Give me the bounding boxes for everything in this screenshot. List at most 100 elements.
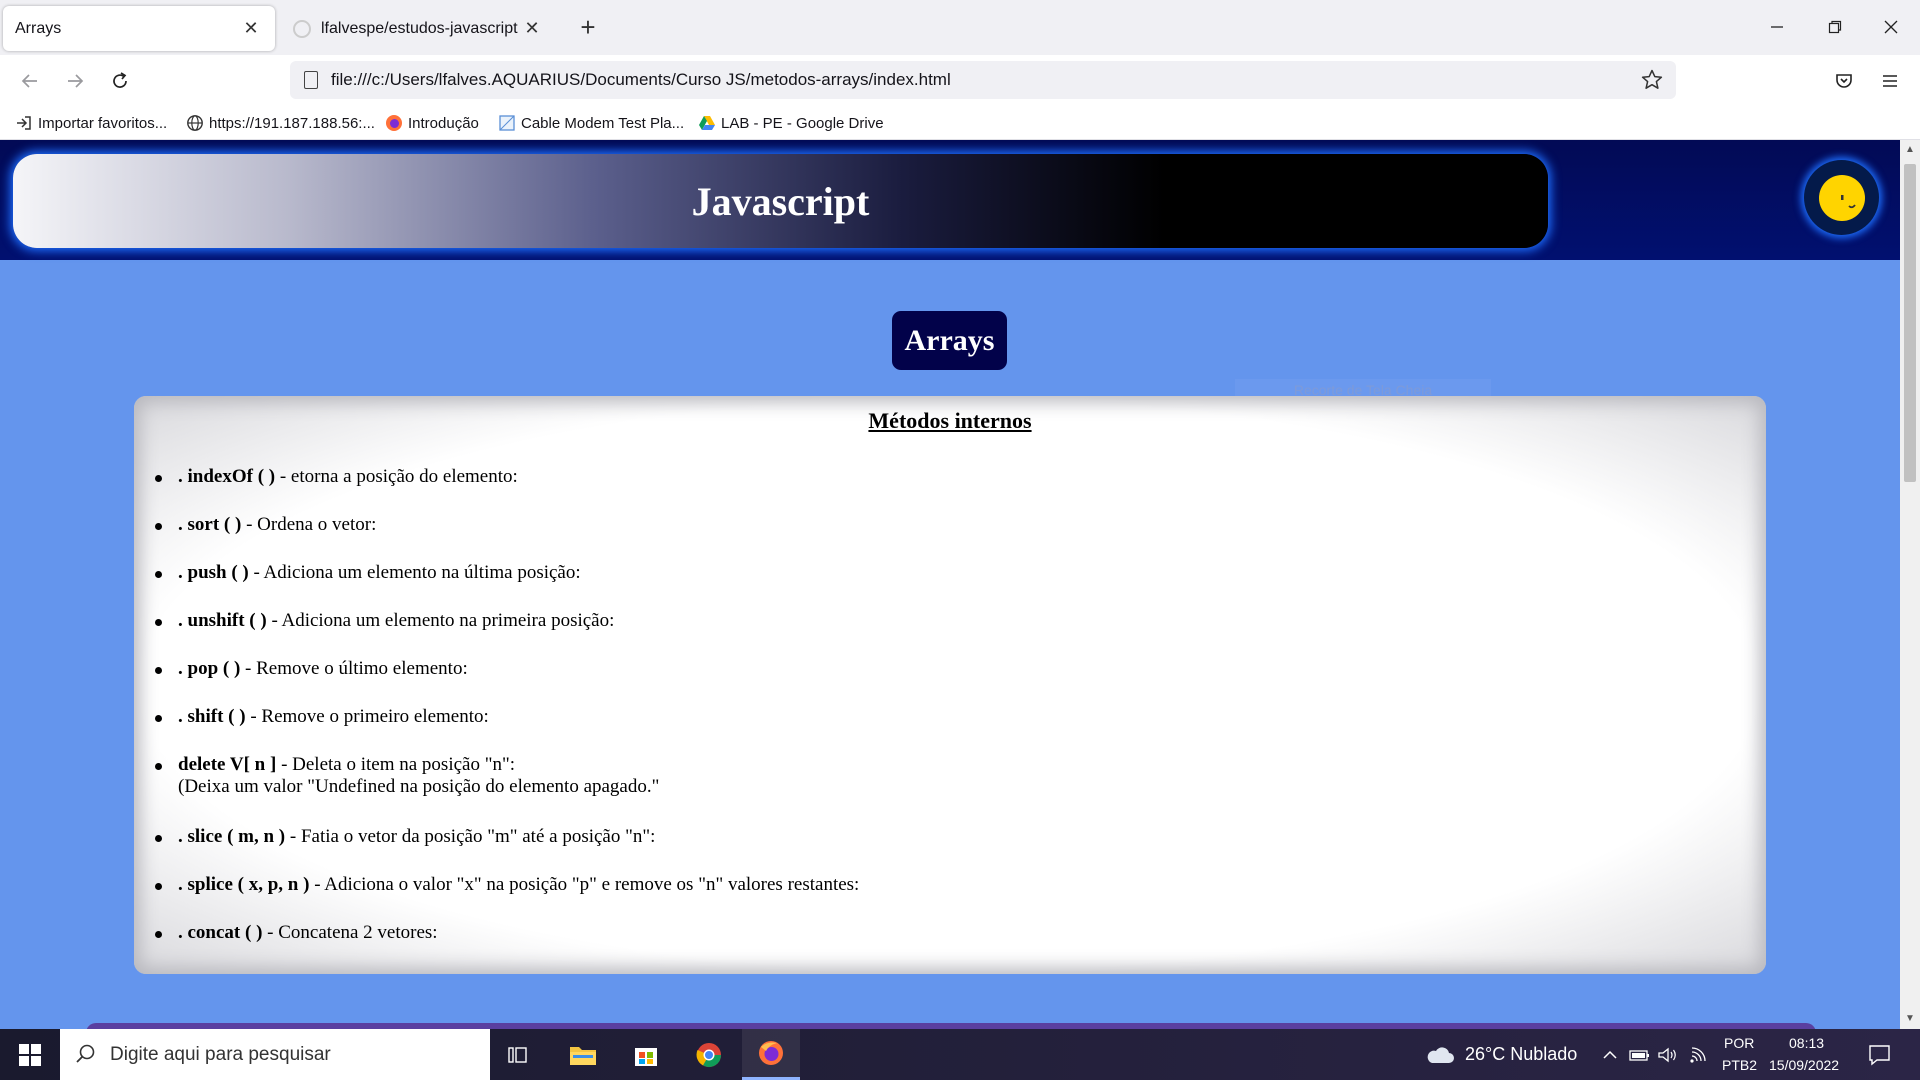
weather-text[interactable]: 26°C Nublado — [1465, 1044, 1577, 1065]
bookmark-label: LAB - PE - Google Drive — [721, 114, 884, 132]
site-header: Javascript — [0, 140, 1900, 260]
smiley-face-icon — [1818, 174, 1865, 221]
clock-time[interactable]: 08:13 — [1789, 1035, 1824, 1051]
avatar[interactable] — [1804, 160, 1879, 235]
bookmark-star-icon[interactable] — [1640, 68, 1664, 92]
new-tab-button[interactable]: + — [575, 14, 601, 42]
close-icon[interactable]: ✕ — [239, 17, 263, 41]
bookmarks-bar: Importar favoritos... https://191.187.18… — [0, 106, 1920, 140]
chevron-up-icon[interactable] — [1601, 1046, 1619, 1064]
method-note: (Deixa um valor "Undefined na posição do… — [178, 776, 660, 797]
method-item-pop: . pop ( ) - Remove o último elemento: — [155, 658, 859, 706]
clock-date[interactable]: 15/09/2022 — [1769, 1057, 1839, 1073]
method-description: - Deleta o item na posição "n": — [276, 754, 516, 775]
method-name: delete V[ n ] — [178, 754, 277, 775]
close-icon — [1884, 20, 1898, 34]
search-icon — [76, 1044, 95, 1063]
taskbar-firefox[interactable] — [742, 1029, 800, 1080]
task-view-icon — [508, 1046, 527, 1063]
minimize-icon — [1771, 26, 1783, 28]
method-description: - Concatena 2 vetores: — [262, 922, 438, 943]
chrome-icon — [696, 1042, 721, 1067]
firefox-icon — [759, 1041, 783, 1065]
tab-estudos-javascript[interactable]: lfalvespe/estudos-javascript ✕ — [283, 6, 556, 51]
taskbar-microsoft-store[interactable] — [617, 1029, 675, 1080]
close-window-button[interactable] — [1868, 10, 1914, 44]
bullet-icon — [155, 475, 162, 482]
volume-icon[interactable] — [1657, 1046, 1679, 1064]
bookmark-cable-modem[interactable]: Cable Modem Test Pla... — [498, 113, 684, 133]
page-viewport: Javascript Arrays Recorte de Tela Cheia … — [0, 140, 1900, 1029]
methods-list: . indexOf ( ) - etorna a posição do elem… — [155, 466, 860, 970]
reload-button[interactable] — [102, 63, 138, 99]
import-icon — [17, 116, 31, 130]
section-title-badge: Arrays — [892, 311, 1007, 370]
page-scrollbar[interactable]: ▲ ▼ — [1900, 140, 1920, 1029]
restore-button[interactable] — [1812, 10, 1858, 44]
bookmark-google-drive[interactable]: LAB - PE - Google Drive — [698, 113, 884, 133]
smiley-features — [1840, 194, 1856, 208]
scroll-thumb[interactable] — [1904, 164, 1916, 482]
method-name: . concat ( ) — [178, 922, 263, 943]
bullet-icon — [155, 835, 162, 842]
method-name: . unshift ( ) — [178, 610, 267, 631]
header-banner: Javascript — [13, 154, 1548, 248]
arrow-right-icon — [68, 74, 84, 88]
method-description: - Adiciona o valor "x" na posição "p" e … — [309, 874, 860, 895]
method-item-splice: . splice ( x, p, n ) - Adiciona o valor … — [155, 874, 860, 922]
back-button[interactable] — [12, 63, 48, 99]
language-indicator[interactable]: POR — [1724, 1035, 1754, 1051]
bullet-icon — [155, 571, 162, 578]
method-name: . pop ( ) — [178, 658, 241, 679]
windows-logo-icon — [19, 1043, 41, 1066]
reload-icon — [113, 72, 127, 88]
bullet-icon — [155, 523, 162, 530]
methods-card: Métodos internos . indexOf ( ) - etorna … — [134, 396, 1766, 974]
method-description: - etorna a posição do elemento: — [275, 466, 518, 487]
url-text[interactable]: file:///c:/Users/lfalves.AQUARIUS/Docume… — [331, 70, 951, 90]
tab-bar: Arrays ✕ lfalvespe/estudos-javascript ✕ … — [0, 0, 1920, 55]
keyboard-layout-indicator[interactable]: PTB2 — [1722, 1057, 1757, 1073]
battery-icon[interactable] — [1629, 1046, 1651, 1064]
chevron-up-icon[interactable]: ▲ — [1904, 144, 1916, 156]
restore-icon — [1828, 20, 1842, 34]
chevron-down-icon[interactable]: ▼ — [1904, 1013, 1916, 1025]
address-bar[interactable]: file:///c:/Users/lfalves.AQUARIUS/Docume… — [290, 61, 1676, 99]
page-icon — [499, 115, 515, 131]
method-item-concat: . concat ( ) - Concatena 2 vetores: — [155, 922, 859, 970]
bullet-icon — [155, 619, 162, 626]
tab-title: Arrays — [15, 19, 62, 37]
method-description: - Adiciona um elemento na última posição… — [248, 562, 581, 583]
globe-icon — [187, 115, 203, 131]
bookmark-import[interactable]: Importar favoritos... — [15, 113, 167, 133]
menu-button[interactable] — [1872, 63, 1908, 99]
taskbar-file-explorer[interactable] — [554, 1029, 612, 1080]
bookmark-label: Cable Modem Test Pla... — [521, 114, 685, 132]
method-item-delete: delete V[ n ] - Deleta o item na posição… — [155, 754, 859, 826]
minimize-button[interactable] — [1754, 10, 1800, 44]
cloud-icon — [1427, 1047, 1454, 1063]
task-view-button[interactable] — [490, 1029, 548, 1080]
pocket-icon — [1836, 74, 1852, 88]
method-item-indexof: . indexOf ( ) - etorna a posição do elem… — [155, 466, 859, 514]
bookmark-ip-address[interactable]: https://191.187.188.56:... — [186, 113, 375, 133]
page-icon — [304, 71, 318, 89]
taskbar-chrome[interactable] — [680, 1029, 738, 1080]
page-title: Javascript — [691, 178, 870, 224]
tab-arrays[interactable]: Arrays ✕ — [3, 6, 275, 51]
method-description: - Remove o último elemento: — [240, 658, 468, 679]
start-button[interactable] — [0, 1029, 60, 1080]
bookmark-label: Introdução — [408, 114, 479, 132]
close-icon[interactable]: ✕ — [520, 17, 544, 41]
bookmark-introducao[interactable]: Introdução — [385, 113, 479, 133]
taskbar-search[interactable]: Digite aqui para pesquisar — [60, 1029, 490, 1080]
navigation-bar: file:///c:/Users/lfalves.AQUARIUS/Docume… — [0, 55, 1920, 106]
method-description: - Adiciona um elemento na primeira posiç… — [266, 610, 615, 631]
method-description: - Fatia o vetor da posição "m" até a pos… — [285, 826, 656, 847]
notification-icon[interactable] — [1868, 1044, 1892, 1066]
wifi-icon[interactable] — [1688, 1046, 1710, 1064]
method-name: . shift ( ) — [178, 706, 246, 727]
forward-button[interactable] — [57, 63, 93, 99]
pocket-button[interactable] — [1826, 63, 1862, 99]
google-drive-icon — [699, 116, 715, 130]
